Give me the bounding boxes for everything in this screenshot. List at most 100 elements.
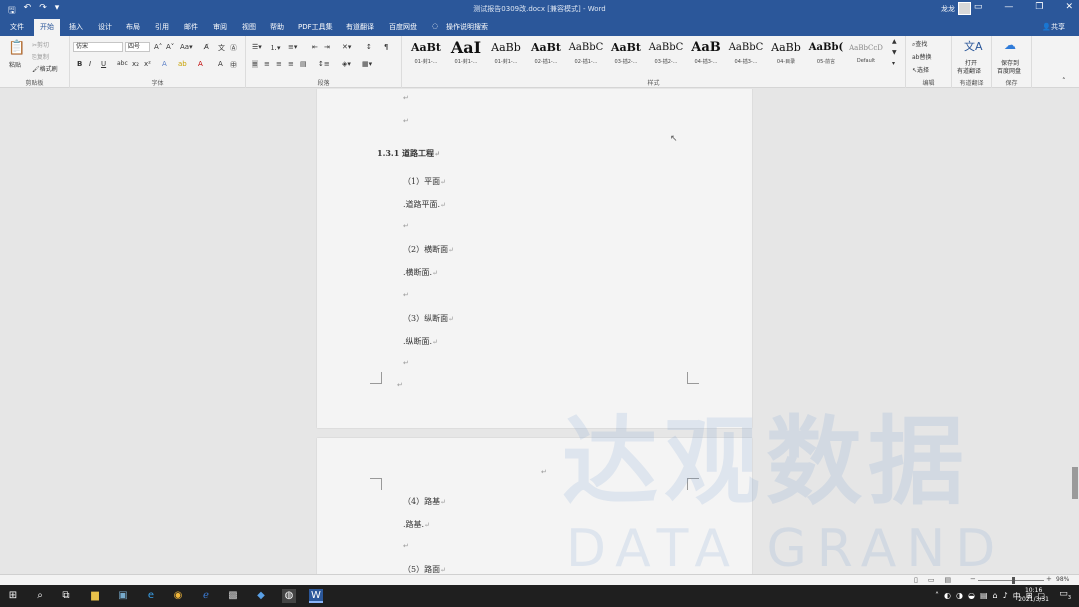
tray-app-icon[interactable]: ◑ — [956, 591, 963, 602]
align-center-icon[interactable]: ≡ — [264, 60, 270, 68]
style-item[interactable]: AaI 01-封1-... — [446, 38, 486, 70]
print-layout-icon[interactable]: ▭ — [928, 576, 935, 584]
show-hidden-icons-icon[interactable]: ˄ — [935, 591, 939, 602]
close-icon[interactable]: ✕ — [1065, 2, 1073, 12]
clock[interactable]: 10:16 2021/3/31 — [1018, 586, 1049, 604]
windows-start-icon[interactable]: ⊞ — [6, 589, 20, 603]
tab-youdao[interactable]: 有道翻译 — [346, 22, 374, 32]
highlight-color-icon[interactable]: ab — [178, 60, 187, 68]
minimize-icon[interactable]: — — [1004, 2, 1013, 12]
body-text[interactable]: .道路平面.↵ — [403, 199, 446, 210]
subheading-cross-section[interactable]: （2）横断面↵ — [403, 244, 454, 255]
tray-app-icon[interactable]: ▤ — [980, 591, 988, 602]
enclose-characters-icon[interactable]: ㊥ — [230, 60, 237, 70]
superscript-icon[interactable]: x² — [144, 60, 151, 68]
strikethrough-icon[interactable]: abc — [117, 60, 128, 67]
distributed-icon[interactable]: ▤ — [300, 60, 307, 68]
phonetic-guide-icon[interactable]: 文 — [218, 43, 225, 53]
subheading-pavement[interactable]: （5）路面↵ — [403, 564, 446, 574]
feather-app-icon[interactable]: ◆ — [254, 589, 268, 603]
styles-scroll-down-icon[interactable]: ▼ — [892, 49, 897, 56]
copy-button[interactable]: ⎘复制 — [32, 52, 49, 62]
font-size-select[interactable]: 四号 — [125, 42, 150, 52]
body-text[interactable]: .纵断面.↵ — [403, 336, 438, 347]
sort-icon[interactable]: ↕ — [366, 43, 372, 51]
tray-app-icon[interactable]: ◒ — [968, 591, 975, 602]
tab-references[interactable]: 引用 — [155, 22, 169, 32]
cut-button[interactable]: ✂剪切 — [32, 40, 49, 49]
tab-file[interactable]: 文件 — [10, 22, 24, 32]
justify-icon[interactable]: ≡ — [288, 60, 294, 68]
grow-font-icon[interactable]: A˄ — [154, 43, 162, 51]
styles-more-icon[interactable]: ▾ — [892, 60, 895, 67]
style-item[interactable]: AaBt 01-封1-... — [406, 38, 446, 70]
recorder-app-icon[interactable]: ◍ — [282, 589, 296, 603]
style-item[interactable]: AaBbC 03-插2-... — [646, 38, 686, 70]
shrink-font-icon[interactable]: A˅ — [166, 43, 174, 51]
tell-me-search[interactable]: 操作说明搜索 — [446, 22, 488, 32]
user-name[interactable]: 龙龙 — [941, 4, 955, 14]
tab-mailings[interactable]: 邮件 — [184, 22, 198, 32]
tab-insert[interactable]: 插入 — [69, 22, 83, 32]
styles-scroll-up-icon[interactable]: ▲ — [892, 38, 897, 45]
character-shading-icon[interactable]: A — [218, 60, 223, 68]
show-marks-icon[interactable]: ¶ — [384, 43, 388, 51]
app-icon[interactable]: ▩ — [226, 589, 240, 603]
body-text[interactable]: .路基.↵ — [403, 519, 430, 530]
italic-icon[interactable]: I — [89, 60, 91, 68]
find-button[interactable]: ⌕查找 — [912, 39, 927, 49]
tab-layout[interactable]: 布局 — [126, 22, 140, 32]
read-mode-icon[interactable]: ▯ — [914, 576, 918, 584]
task-view-icon[interactable]: ⧉ — [59, 589, 73, 603]
subscript-icon[interactable]: x₂ — [132, 60, 139, 68]
zoom-level[interactable]: 98% — [1056, 576, 1069, 583]
tab-view[interactable]: 视图 — [242, 22, 256, 32]
tab-design[interactable]: 设计 — [98, 22, 112, 32]
tray-app-icon[interactable]: ◐ — [944, 591, 951, 602]
chrome-browser-icon[interactable]: ◉ — [171, 589, 185, 603]
web-layout-icon[interactable]: ▤ — [944, 576, 951, 584]
change-case-icon[interactable]: Aa▾ — [180, 43, 193, 51]
youdao-translate-button[interactable]: 有道翻译 — [957, 66, 981, 75]
search-icon[interactable]: ⌕ — [33, 589, 47, 603]
tab-baidu[interactable]: 百度网盘 — [389, 22, 417, 32]
scrollbar-thumb[interactable] — [1072, 467, 1078, 499]
tab-home[interactable]: 开始 — [34, 19, 60, 36]
tab-help[interactable]: 帮助 — [270, 22, 284, 32]
subheading-longitudinal[interactable]: （3）纵断面↵ — [403, 313, 454, 324]
word-app-icon[interactable]: W — [309, 589, 323, 603]
zoom-out-icon[interactable]: − — [970, 575, 976, 583]
volume-icon[interactable]: ♪ — [1003, 591, 1008, 602]
shading-icon[interactable]: ◈▾ — [342, 60, 351, 68]
cloud-icon[interactable]: ☁ — [1004, 38, 1016, 52]
style-item[interactable]: AaBt 02-插1-... — [526, 38, 566, 70]
collapse-ribbon-icon[interactable]: ˄ — [1062, 77, 1066, 85]
ribbon-display-options-icon[interactable]: ▭ — [974, 2, 983, 12]
style-item[interactable]: AaBb(05-前言 — [806, 38, 846, 70]
align-left-icon[interactable]: ≡ — [252, 60, 258, 68]
edge-browser-icon[interactable]: e — [144, 589, 158, 603]
document-page[interactable]: ↵ ↵ 1.3.1 道路工程↵ （1）平面↵ .道路平面.↵ ↵ （2）横断面↵… — [317, 89, 752, 428]
section-heading[interactable]: 1.3.1 道路工程↵ — [377, 148, 440, 159]
numbering-icon[interactable]: ⒈▾ — [270, 43, 281, 53]
zoom-in-icon[interactable]: + — [1046, 575, 1052, 583]
align-right-icon[interactable]: ≡ — [276, 60, 282, 68]
internet-explorer-icon[interactable]: ℯ — [199, 589, 213, 603]
style-item[interactable]: AaBb 04-目录 — [766, 38, 806, 70]
translate-icon[interactable]: 文A — [964, 38, 983, 54]
zoom-slider-thumb[interactable] — [1012, 577, 1015, 584]
select-button[interactable]: ↖选择 — [912, 65, 929, 74]
store-icon[interactable]: ▣ — [116, 589, 130, 603]
body-text[interactable]: .横断面.↵ — [403, 267, 438, 278]
vertical-scrollbar[interactable] — [1071, 89, 1079, 574]
style-item[interactable]: AaBbC 02-插1-... — [566, 38, 606, 70]
restore-icon[interactable]: ❐ — [1035, 2, 1043, 12]
paste-icon[interactable]: 📋 — [8, 40, 25, 56]
text-effects-icon[interactable]: A — [162, 60, 167, 68]
underline-icon[interactable]: U — [101, 60, 106, 68]
style-item[interactable]: AaBbCcD Default — [846, 38, 886, 70]
multilevel-list-icon[interactable]: ≡▾ — [288, 43, 297, 51]
paste-button[interactable]: 粘贴 — [9, 60, 21, 69]
network-icon[interactable]: ⌂ — [993, 591, 998, 602]
tab-review[interactable]: 审阅 — [213, 22, 227, 32]
